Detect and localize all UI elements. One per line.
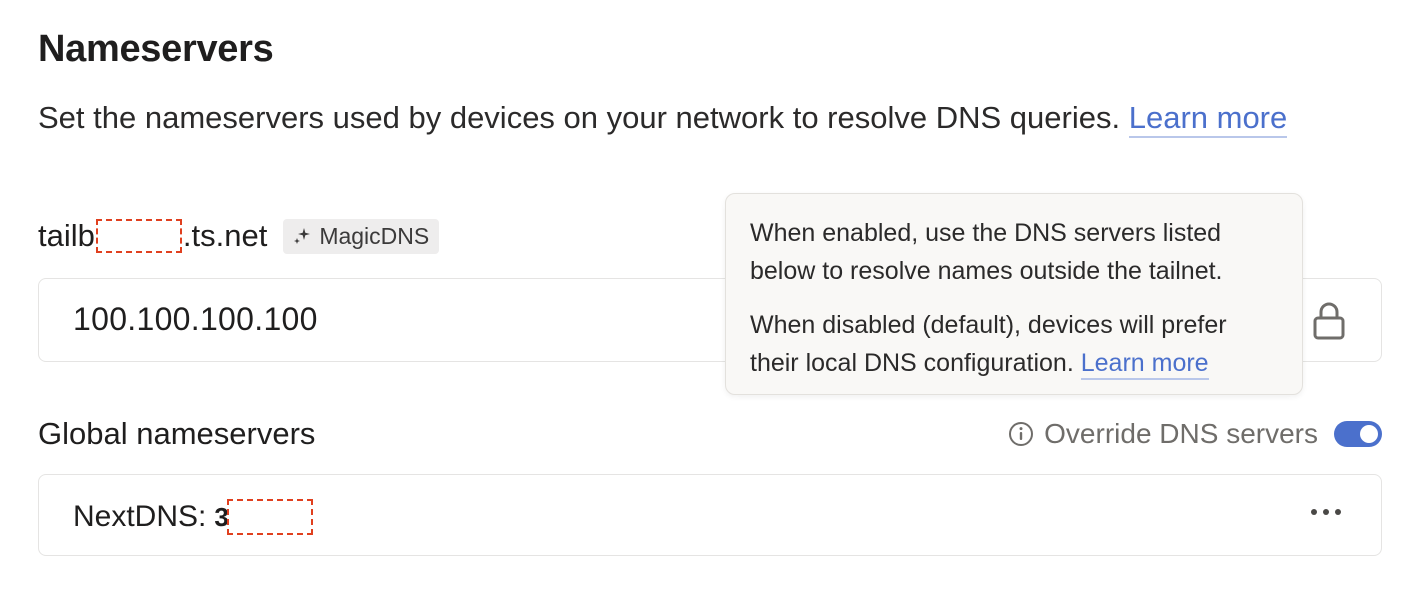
- more-options-icon[interactable]: [1309, 505, 1343, 519]
- nameserver-entry: NextDNS: 3: [73, 499, 313, 535]
- override-dns-control: Override DNS servers: [1008, 418, 1382, 450]
- nameserver-value: 100.100.100.100: [73, 301, 318, 337]
- lock-icon: [1313, 302, 1345, 340]
- tooltip-learn-more-link[interactable]: Learn more: [1080, 349, 1209, 380]
- tailnet-name-prefix: tailb: [38, 218, 95, 253]
- nameservers-page: Nameservers Set the nameservers used by …: [0, 0, 1424, 600]
- badge-label: MagicDNS: [319, 222, 430, 249]
- global-nameservers-heading: Global nameservers: [38, 416, 316, 451]
- tooltip-paragraph-enabled: When enabled, use the DNS servers listed…: [750, 219, 1223, 285]
- nameserver-provider: NextDNS:: [73, 500, 207, 533]
- redacted-region: [95, 219, 182, 253]
- magicdns-badge: MagicDNS: [283, 218, 440, 254]
- description-text: Set the nameservers used by devices on y…: [38, 100, 1121, 135]
- toggle-knob: [1360, 425, 1378, 443]
- redacted-region: [226, 499, 313, 535]
- page-title: Nameservers: [38, 28, 274, 70]
- tooltip-paragraph-disabled: When disabled (default), devices will pr…: [750, 306, 1278, 382]
- info-icon[interactable]: [1008, 421, 1034, 447]
- tailnet-name-suffix: .ts.net: [182, 218, 268, 253]
- override-dns-toggle[interactable]: [1334, 421, 1382, 447]
- section-description: Set the nameservers used by devices on y…: [38, 100, 1288, 138]
- override-dns-label: Override DNS servers: [1044, 418, 1318, 449]
- tailnet-header: tailb .ts.net MagicDNS: [38, 218, 440, 254]
- nameserver-list-item: NextDNS: 3: [38, 474, 1382, 556]
- override-tooltip: When enabled, use the DNS servers listed…: [725, 193, 1303, 395]
- sparkle-icon: [294, 228, 311, 244]
- learn-more-link[interactable]: Learn more: [1128, 100, 1288, 138]
